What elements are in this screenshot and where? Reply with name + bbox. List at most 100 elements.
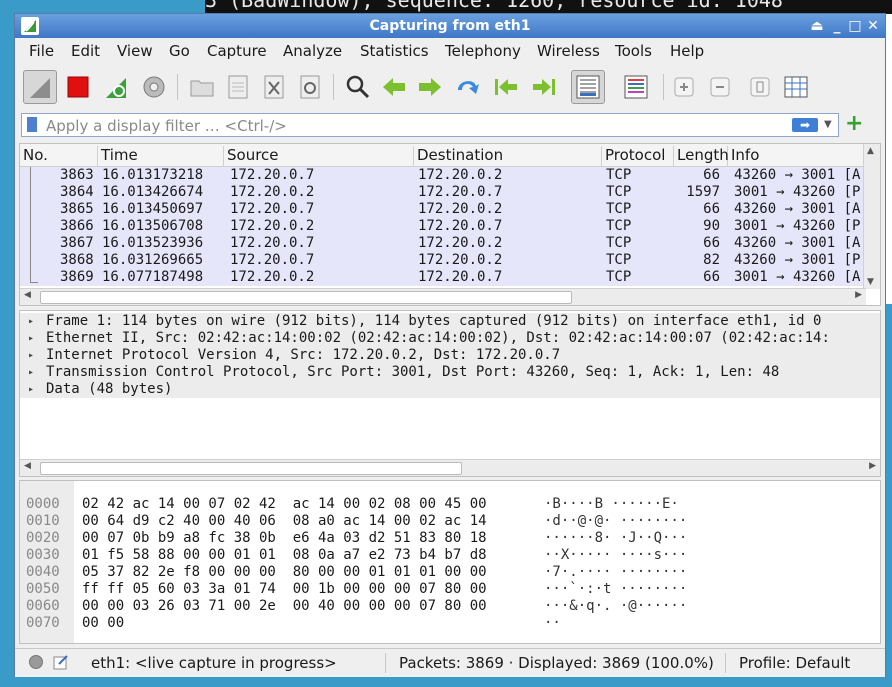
menu-wireless[interactable]: Wireless [537, 42, 600, 60]
filter-history-dropdown-icon[interactable]: ▼ [824, 116, 836, 134]
ascii-bytes: ···`·:·t ········ [544, 581, 688, 597]
expand-arrow-icon[interactable]: ▸ [28, 381, 34, 398]
detail-tree-item[interactable]: ▸ Data (48 bytes) [20, 381, 880, 398]
detail-tree-item[interactable]: ▸ Frame 1: 114 bytes on wire (912 bits), … [20, 313, 880, 330]
menu-view[interactable]: View [117, 42, 153, 60]
packet-bytes: 0000 02 42 ac 14 00 07 02 42 ac 14 00 02 … [19, 480, 881, 644]
close-window-icon[interactable]: ✕ [865, 17, 881, 35]
packet-row[interactable]: 3868 16.031269665 172.20.0.7 172.20.0.2 TCP 8… [20, 252, 866, 269]
menu-help[interactable]: Help [670, 42, 704, 60]
detail-text: Ethernet II, Src: 02:42:ac:14:00:02 (02:… [46, 330, 830, 346]
packet-cell-len: 66 [703, 201, 720, 217]
find-packet-icon[interactable] [341, 70, 375, 104]
detail-tree-item[interactable]: ▸ Transmission Control Protocol, Src Port… [20, 364, 880, 381]
save-file-icon[interactable] [221, 70, 255, 104]
expand-arrow-icon[interactable]: ▸ [28, 347, 34, 364]
menu-capture[interactable]: Capture [207, 42, 267, 60]
column-no[interactable]: No. [20, 146, 98, 166]
packet-cell-src: 172.20.0.2 [230, 184, 315, 200]
stop-capture-icon[interactable] [61, 70, 95, 104]
packet-cell-len: 1597 [686, 184, 720, 200]
expand-arrow-icon[interactable]: ▸ [28, 364, 34, 381]
last-packet-icon[interactable] [527, 70, 561, 104]
packet-row[interactable]: 3866 16.013506708 172.20.0.2 172.20.0.7 TCP 9… [20, 218, 866, 235]
close-file-icon[interactable] [257, 70, 291, 104]
shade-window-icon[interactable]: ⏏ [809, 17, 825, 35]
profile-status[interactable]: Profile: Default [739, 654, 850, 672]
packet-cell-info: 3001 → 43260 [A [734, 269, 861, 285]
zoom-out-icon[interactable] [703, 70, 737, 104]
detail-text: Internet Protocol Version 4, Src: 172.20… [46, 347, 561, 363]
reload-file-icon[interactable] [293, 70, 327, 104]
restart-capture-icon[interactable] [99, 70, 133, 104]
display-filter-bar: ➡ ▼ [21, 113, 839, 137]
packet-list-vertical-scrollbar[interactable]: ▲ ▼ [863, 144, 880, 289]
wireshark-window: Capturing from eth1 ⏏ _ □ ✕ File Edit Vi… [14, 13, 886, 677]
autoscroll-icon[interactable] [571, 70, 605, 104]
packet-cell-time: 16.013523936 [102, 235, 204, 251]
window-title: Capturing from eth1 [369, 18, 531, 34]
apply-filter-icon[interactable]: ➡ [792, 118, 818, 132]
menu-go[interactable]: Go [169, 42, 190, 60]
capture-options-icon[interactable] [137, 70, 171, 104]
packet-cell-dst: 172.20.0.2 [418, 235, 503, 251]
packet-cell-dst: 172.20.0.2 [418, 252, 503, 268]
ascii-bytes: ·· [544, 615, 561, 631]
menu-analyze[interactable]: Analyze [283, 42, 342, 60]
packet-cell-src: 172.20.0.7 [230, 235, 315, 251]
go-back-icon[interactable] [377, 70, 411, 104]
packet-row[interactable]: 3865 16.013450697 172.20.0.7 172.20.0.2 TCP 6… [20, 201, 866, 218]
zoom-in-icon[interactable] [667, 70, 701, 104]
column-info[interactable]: Info [728, 146, 868, 166]
column-source[interactable]: Source [224, 146, 414, 166]
column-protocol[interactable]: Protocol [602, 146, 674, 166]
expert-info-icon[interactable] [29, 655, 43, 669]
main-toolbar [15, 66, 885, 110]
packet-row[interactable]: 3863 16.013173218 172.20.0.7 172.20.0.2 TCP 6… [20, 167, 866, 184]
minimize-window-icon[interactable]: _ [829, 17, 845, 35]
packet-list-horizontal-scrollbar[interactable]: ◀ ▶ [20, 288, 866, 305]
go-to-packet-icon[interactable] [451, 70, 485, 104]
menu-bar: File Edit View Go Capture Analyze Statis… [15, 38, 885, 64]
menu-statistics[interactable]: Statistics [360, 42, 429, 60]
go-forward-icon[interactable] [413, 70, 447, 104]
ascii-bytes: ·7·.···· ········ [544, 564, 688, 580]
colorize-icon[interactable] [619, 70, 653, 104]
capture-comment-icon[interactable] [53, 654, 69, 670]
menu-tools[interactable]: Tools [615, 42, 652, 60]
start-capture-icon[interactable] [23, 70, 57, 104]
expand-arrow-icon[interactable]: ▸ [28, 330, 34, 347]
column-time[interactable]: Time [98, 146, 224, 166]
packet-cell-no: 3868 [60, 252, 94, 268]
detail-tree-item[interactable]: ▸ Ethernet II, Src: 02:42:ac:14:00:02 (02… [20, 330, 880, 347]
display-filter-input[interactable] [44, 115, 788, 137]
expand-arrow-icon[interactable]: ▸ [28, 313, 34, 330]
packet-cell-dst: 172.20.0.7 [418, 218, 503, 234]
packet-count-status: Packets: 3869 · Displayed: 3869 (100.0%) [399, 654, 714, 672]
bookmark-icon[interactable] [27, 117, 37, 132]
detail-text: Frame 1: 114 bytes on wire (912 bits), 1… [46, 313, 822, 329]
detail-tree-item[interactable]: ▸ Internet Protocol Version 4, Src: 172.2… [20, 347, 880, 364]
hex-bytes: ff ff 05 60 03 3a 01 74 00 1b 00 00 00 0… [82, 581, 487, 597]
packet-cell-time: 16.013173218 [102, 167, 204, 183]
packet-cell-proto: TCP [606, 269, 632, 285]
add-filter-button-icon[interactable]: + [845, 113, 863, 135]
hex-offset: 0050 [26, 581, 60, 597]
menu-telephony[interactable]: Telephony [445, 42, 521, 60]
column-length[interactable]: Length [674, 146, 729, 166]
packet-row[interactable]: 3869 16.077187498 172.20.0.2 172.20.0.7 TCP 6… [20, 269, 866, 286]
details-horizontal-scrollbar[interactable]: ◀ ▶ [20, 459, 880, 476]
normal-size-icon[interactable] [743, 70, 777, 104]
maximize-window-icon[interactable]: □ [847, 17, 863, 35]
menu-file[interactable]: File [29, 42, 54, 60]
menu-edit[interactable]: Edit [71, 42, 100, 60]
first-packet-icon[interactable] [489, 70, 523, 104]
detail-text: Data (48 bytes) [46, 381, 173, 397]
hex-offset: 0070 [26, 615, 60, 631]
packet-row[interactable]: 3864 16.013426674 172.20.0.2 172.20.0.7 TCP 1… [20, 184, 866, 201]
open-file-icon[interactable] [185, 70, 219, 104]
resize-columns-icon[interactable] [779, 70, 813, 104]
title-bar[interactable]: Capturing from eth1 ⏏ _ □ ✕ [15, 14, 885, 38]
packet-row[interactable]: 3867 16.013523936 172.20.0.7 172.20.0.2 TCP 6… [20, 235, 866, 252]
column-destination[interactable]: Destination [414, 146, 602, 166]
